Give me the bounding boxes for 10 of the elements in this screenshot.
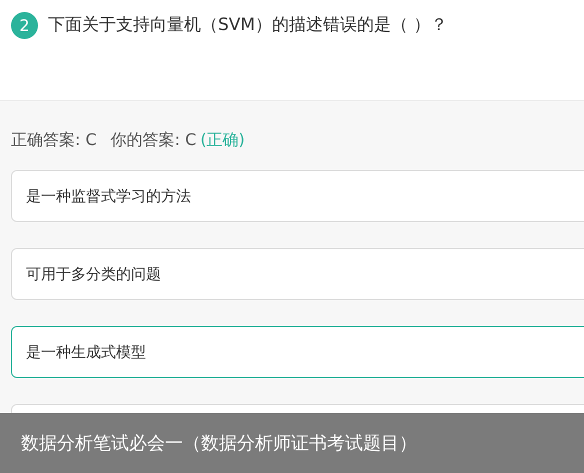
answer-option[interactable]: 是一种监督式学习的方法 (11, 170, 584, 222)
your-answer-text: 你的答案: C (110, 129, 196, 151)
answer-option[interactable] (11, 404, 584, 413)
caption-text: 数据分析笔试必会一（数据分析师证书考试题目） (21, 432, 417, 456)
question-number-badge: 2 (11, 12, 38, 39)
question-text: 下面关于支持向量机（SVM）的描述错误的是（ ）？ (48, 14, 448, 37)
answer-option[interactable]: 可用于多分类的问题 (11, 248, 584, 300)
answer-option[interactable]: 是一种生成式模型 (11, 326, 584, 378)
verdict-text: (正确) (200, 129, 245, 151)
correct-answer-text: 正确答案: C (11, 129, 97, 151)
